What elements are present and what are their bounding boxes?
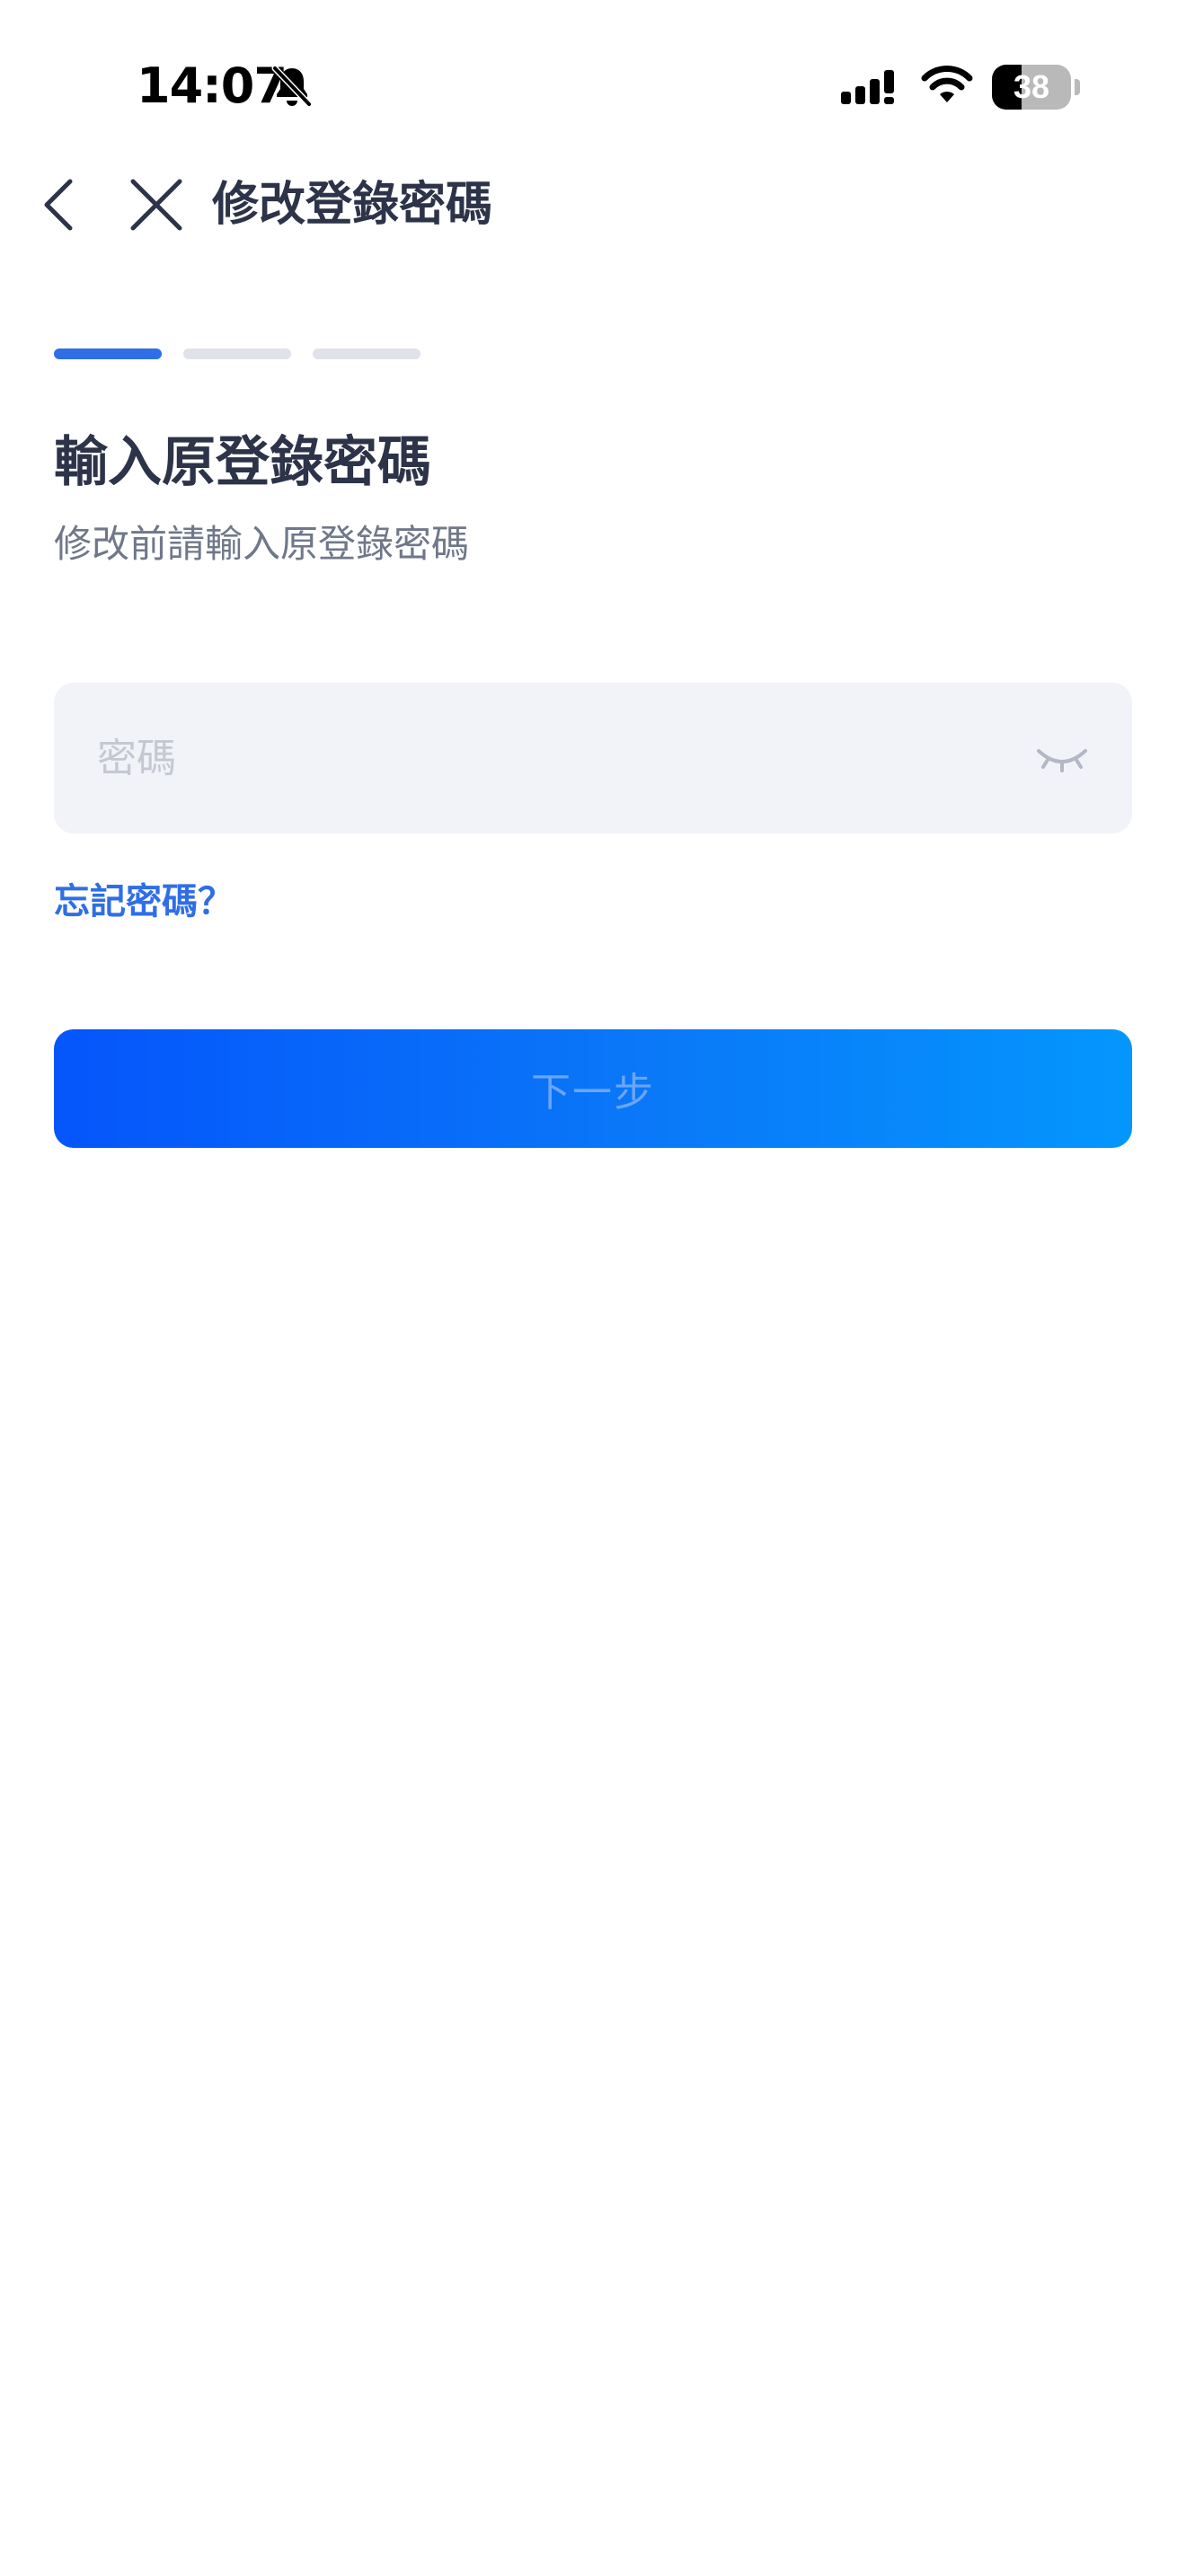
section-heading: 輸入原登錄密碼 [54, 431, 431, 494]
section-subheading: 修改前請輸入原登錄密碼 [54, 522, 470, 566]
step-indicator-2 [183, 348, 291, 359]
forgot-password-link[interactable]: 忘記密碼？ [54, 877, 234, 927]
cellular-signal-icon [841, 70, 894, 104]
battery-level: 38 [1013, 68, 1050, 105]
wifi-icon [921, 66, 973, 102]
password-field [54, 683, 1132, 834]
step-indicator-3 [313, 348, 420, 359]
close-button[interactable] [126, 176, 187, 234]
battery-icon: 38 [992, 65, 1082, 110]
status-time: 14:07 [137, 57, 288, 114]
password-input[interactable] [97, 683, 996, 834]
eye-closed-icon [1037, 749, 1087, 772]
chevron-left-icon [44, 179, 73, 231]
close-icon [130, 179, 182, 231]
password-visibility-toggle[interactable] [1033, 733, 1091, 783]
step-indicator-1 [54, 348, 162, 359]
back-button[interactable] [36, 176, 83, 234]
bell-off-icon [271, 65, 313, 108]
next-button[interactable]: 下一步 [54, 1029, 1132, 1148]
page-title: 修改登錄密碼 [212, 178, 493, 232]
